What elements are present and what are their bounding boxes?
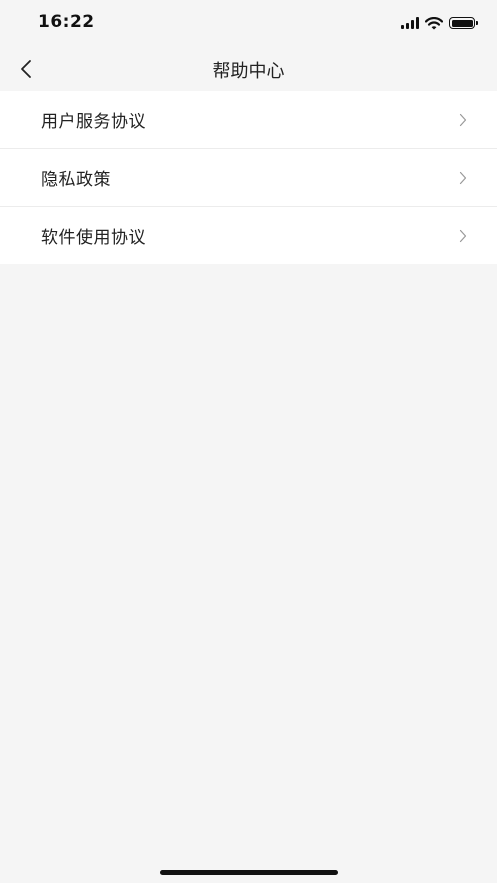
status-time: 16:22 (38, 12, 95, 32)
menu-item-label: 用户服务协议 (41, 112, 146, 132)
page-title: 帮助中心 (212, 61, 285, 82)
wifi-icon (425, 16, 443, 29)
battery-icon (449, 17, 478, 29)
chevron-right-icon (459, 171, 467, 184)
status-bar: 16:22 (0, 0, 497, 48)
status-icons (401, 15, 478, 31)
signal-icon (401, 17, 419, 29)
help-center-screen: 16:22 帮助中心 用户服务协议 隐私政策 软件使用协议 (0, 0, 497, 883)
help-menu-list: 用户服务协议 隐私政策 软件使用协议 (0, 91, 497, 264)
chevron-right-icon (459, 113, 467, 126)
menu-item-label: 隐私政策 (41, 170, 111, 190)
navigation-bar: 帮助中心 (0, 48, 497, 90)
menu-item-label: 软件使用协议 (41, 228, 146, 248)
menu-item-software-usage-agreement[interactable]: 软件使用协议 (0, 206, 497, 264)
menu-item-privacy-policy[interactable]: 隐私政策 (0, 148, 497, 206)
chevron-right-icon (459, 229, 467, 242)
home-indicator[interactable] (159, 870, 338, 875)
menu-item-user-service-agreement[interactable]: 用户服务协议 (0, 91, 497, 148)
